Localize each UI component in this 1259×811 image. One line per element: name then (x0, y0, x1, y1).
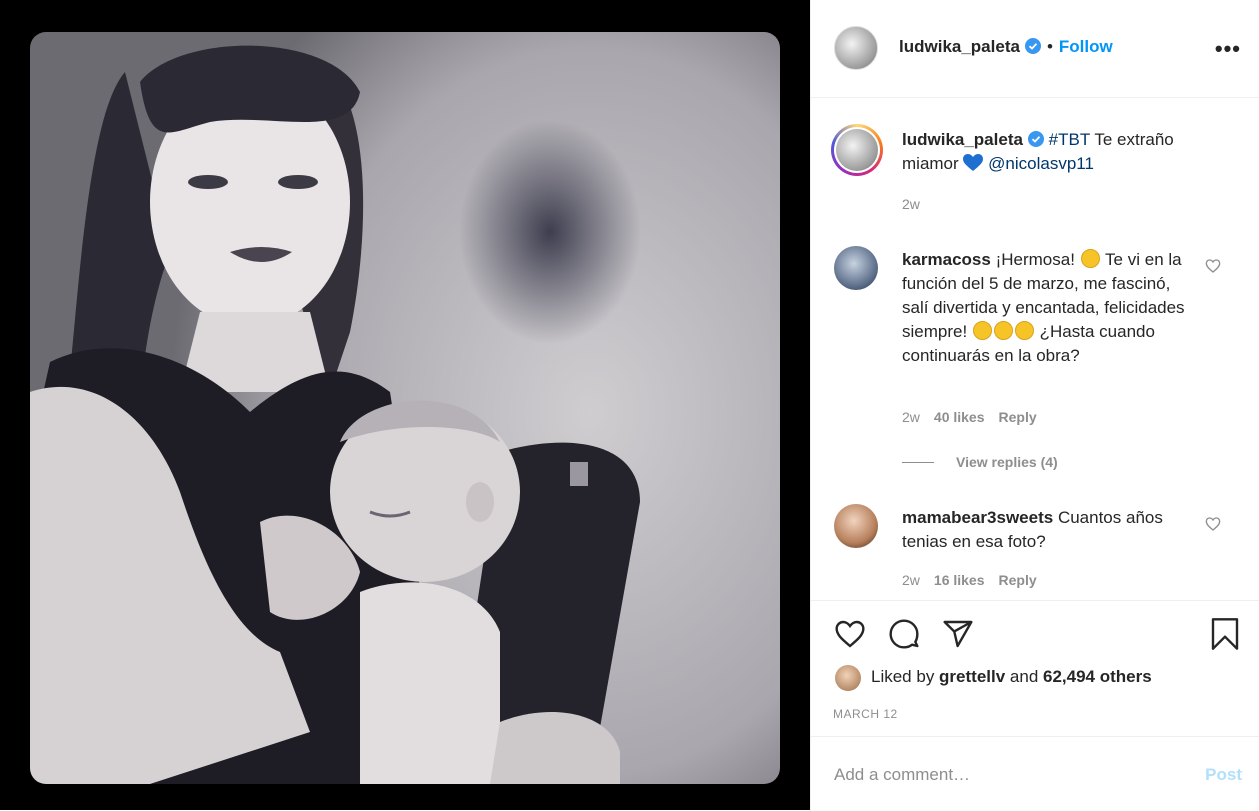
caption-text: ludwika_paleta #TBT Te extraño miamor @n… (902, 128, 1232, 176)
commenter-avatar[interactable] (834, 504, 878, 548)
like-comment-icon[interactable] (1205, 516, 1221, 532)
caption-username[interactable]: ludwika_paleta (902, 130, 1023, 149)
comment-body: karmacoss ¡Hermosa! Te vi en la función … (902, 248, 1192, 368)
liked-by-user[interactable]: grettellv (939, 667, 1005, 686)
post-photo[interactable] (0, 0, 810, 810)
follow-button[interactable]: Follow (1059, 37, 1113, 56)
comment-body: mamabear3sweets Cuantos años tenias en e… (902, 506, 1192, 554)
liked-by-text: Liked by grettellv and 62,494 others (871, 667, 1152, 687)
comment-username[interactable]: mamabear3sweets (902, 508, 1053, 527)
liked-by-middle: and (1005, 667, 1043, 686)
comment-likes[interactable]: 16 likes (934, 572, 985, 588)
comment-likes[interactable]: 40 likes (934, 409, 985, 425)
reply-button[interactable]: Reply (999, 572, 1037, 588)
like-comment-icon[interactable] (1205, 258, 1221, 274)
post-actions: Liked by grettellv and 62,494 others MAR… (811, 600, 1259, 737)
post-sidebar: ludwika_paleta • Follow ••• ludwika_paleta… (810, 0, 1259, 810)
comment-meta: 2w 40 likes Reply (902, 409, 1037, 425)
like-heart-icon[interactable] (833, 618, 867, 650)
caption-mention[interactable]: @nicolasvp11 (988, 154, 1094, 173)
comment-time[interactable]: 2w (902, 409, 920, 425)
verified-badge-icon (1024, 38, 1041, 54)
clapping-emoji-icon (1014, 321, 1034, 340)
header-user-row: ludwika_paleta • Follow (899, 37, 1113, 57)
comment-bubble-icon[interactable] (887, 618, 921, 650)
replies-divider (902, 462, 934, 463)
comment-text-part: ¡Hermosa! (990, 250, 1080, 269)
photo-illustration (30, 45, 640, 784)
comment-username[interactable]: karmacoss (902, 250, 991, 269)
header-separator: • (1046, 37, 1053, 56)
caption-time[interactable]: 2w (902, 196, 920, 212)
save-bookmark-icon[interactable] (1209, 616, 1241, 652)
heart-eyes-emoji-icon (1080, 249, 1100, 268)
comment-meta: 2w 16 likes Reply (902, 572, 1037, 588)
share-send-icon[interactable] (941, 618, 975, 650)
liker-avatar[interactable] (835, 665, 861, 691)
photo-print (30, 32, 780, 784)
post-date[interactable]: MARCH 12 (833, 707, 898, 721)
comment-time[interactable]: 2w (902, 572, 920, 588)
blue-heart-icon (963, 154, 984, 171)
liked-by-prefix: Liked by (871, 667, 940, 686)
post-header: ludwika_paleta • Follow ••• (811, 0, 1259, 98)
view-replies-button[interactable]: View replies (4) (956, 454, 1058, 470)
clapping-emoji-icon (993, 321, 1013, 340)
author-avatar[interactable] (834, 26, 878, 70)
verified-badge-icon (1027, 131, 1044, 147)
reply-button[interactable]: Reply (999, 409, 1037, 425)
commenter-avatar[interactable] (834, 246, 878, 290)
caption-avatar[interactable] (831, 124, 883, 176)
instagram-post-modal: ludwika_paleta • Follow ••• ludwika_paleta… (0, 0, 1259, 810)
comment-input[interactable]: Add a comment… (834, 765, 970, 785)
clapping-emoji-icon (972, 321, 992, 340)
likes-count[interactable]: 62,494 others (1043, 667, 1152, 686)
add-comment-bar: Add a comment… Post (811, 736, 1259, 811)
author-username[interactable]: ludwika_paleta (899, 37, 1020, 56)
post-comment-button[interactable]: Post (1205, 765, 1242, 785)
more-options-button[interactable]: ••• (1215, 36, 1241, 62)
caption-hashtag[interactable]: #TBT (1049, 130, 1090, 149)
